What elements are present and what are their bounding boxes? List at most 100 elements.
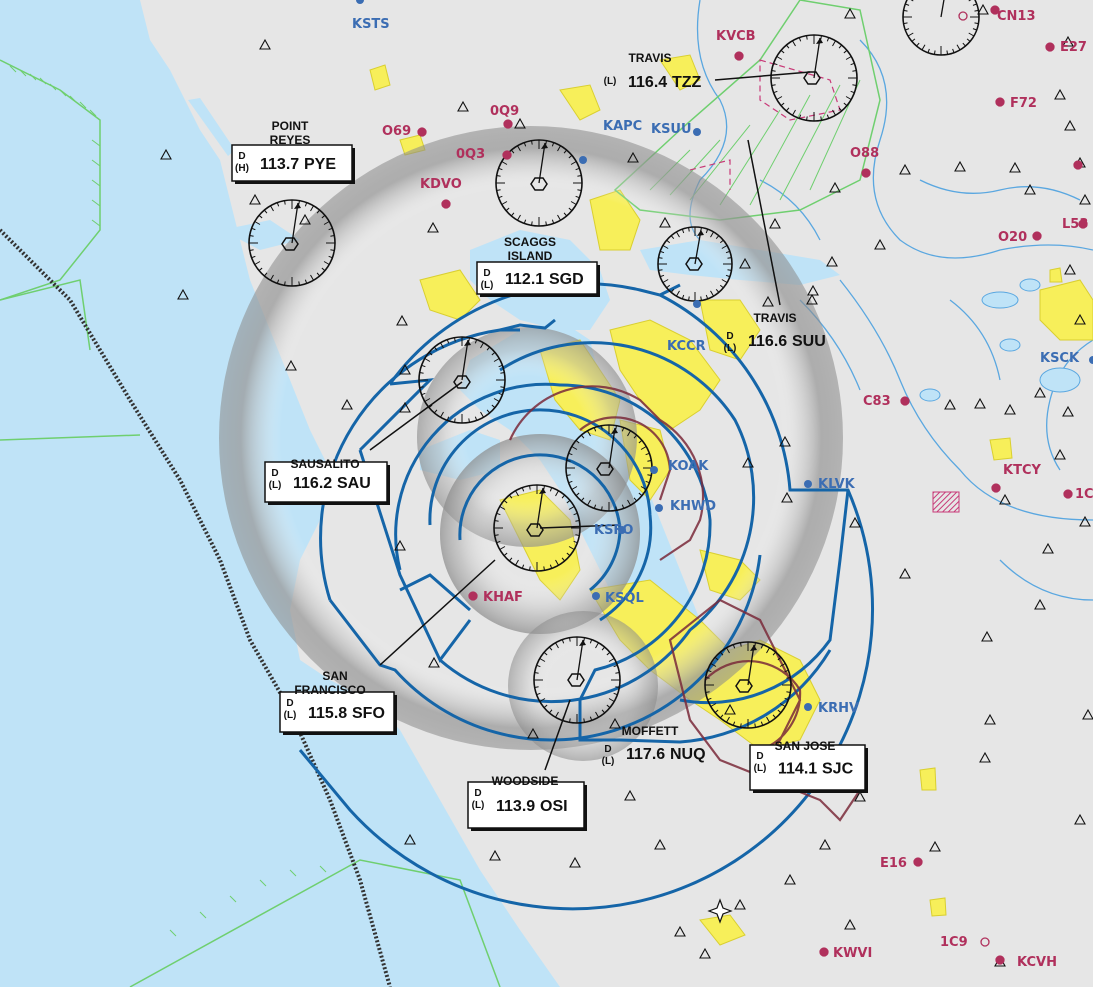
vor-name: ISLAND bbox=[508, 249, 553, 263]
airport-label[interactable]: KOAK bbox=[668, 459, 709, 474]
nontowered-airport-icon[interactable] bbox=[1045, 42, 1055, 52]
vor-frequency: 113.9 bbox=[496, 798, 535, 815]
nontowered-airport-icon[interactable] bbox=[468, 591, 478, 601]
nontowered-airport-icon[interactable] bbox=[861, 168, 871, 178]
nontowered-airport-icon[interactable] bbox=[502, 150, 512, 160]
airport-label[interactable]: KCVH bbox=[1017, 955, 1057, 970]
towered-airport-icon[interactable] bbox=[650, 466, 658, 474]
vor-ident: SJC bbox=[822, 761, 854, 778]
vor-tag: (L) bbox=[269, 480, 282, 491]
vor-info-box[interactable]: SAN JOSE D(L) 114.1 SJC bbox=[749, 739, 868, 793]
airport-label[interactable]: KSUU bbox=[651, 122, 692, 137]
vor-frequency: 115.8 bbox=[308, 705, 347, 722]
nontowered-airport-icon[interactable] bbox=[995, 955, 1005, 965]
airport-label[interactable]: KCCR bbox=[667, 339, 706, 354]
vor-frequency: 113.7 bbox=[260, 156, 299, 173]
vor-frequency: 116.4 bbox=[628, 74, 667, 91]
vor-tag: D bbox=[474, 788, 481, 799]
vor-info-box[interactable]: WOODSIDE D(L) 113.9 OSI bbox=[467, 774, 587, 831]
nontowered-airport-icon[interactable] bbox=[1063, 489, 1073, 499]
airport-label[interactable]: CN13 bbox=[997, 9, 1036, 24]
nontowered-airport-icon[interactable] bbox=[503, 119, 513, 129]
airport-label[interactable]: KHWD bbox=[670, 499, 716, 514]
vor-frequency: 114.1 bbox=[778, 761, 817, 778]
vor-ident: NUQ bbox=[670, 746, 706, 763]
airport-label[interactable]: L53 bbox=[1062, 217, 1088, 232]
vor-name: TRAVIS bbox=[753, 311, 796, 325]
vor-tag: D bbox=[756, 751, 763, 762]
towered-airport-icon[interactable] bbox=[655, 504, 663, 512]
vor-tag: (L) bbox=[284, 710, 297, 721]
airport-label[interactable]: KWVI bbox=[833, 946, 872, 961]
vor-tag: D bbox=[483, 268, 490, 279]
airport-label[interactable]: O88 bbox=[850, 146, 879, 161]
nontowered-airport-icon[interactable] bbox=[990, 5, 1000, 15]
towered-airport-icon[interactable] bbox=[804, 480, 812, 488]
nontowered-airport-icon[interactable] bbox=[900, 396, 910, 406]
vor-info-box[interactable]: SAUSALITO D(L) 116.2 SAU bbox=[264, 457, 390, 505]
airport-label[interactable]: KRHV bbox=[818, 701, 859, 716]
airport-label[interactable]: 1C9 bbox=[940, 935, 968, 950]
airport-label[interactable]: E16 bbox=[880, 856, 907, 871]
nontowered-airport-icon[interactable] bbox=[913, 857, 923, 867]
nontowered-airport-icon[interactable] bbox=[734, 51, 744, 61]
restricted-area bbox=[932, 491, 960, 513]
vor-tag: D bbox=[238, 151, 245, 162]
airport-label[interactable]: C83 bbox=[863, 394, 891, 409]
airport-label[interactable]: E27 bbox=[1060, 40, 1087, 55]
vor-tag: (L) bbox=[602, 756, 615, 767]
airport-label[interactable]: KTCY bbox=[1003, 463, 1041, 478]
airport-label[interactable]: F72 bbox=[1010, 96, 1037, 111]
vor-name: SCAGGS bbox=[504, 235, 556, 249]
vor-name: POINT bbox=[272, 119, 309, 133]
airport-label[interactable]: KSFO bbox=[594, 523, 633, 538]
vor-tag: D bbox=[726, 331, 733, 342]
nontowered-airport-icon[interactable] bbox=[991, 483, 1001, 493]
towered-airport-icon[interactable] bbox=[592, 592, 600, 600]
airport-label[interactable]: O69 bbox=[382, 124, 411, 139]
nontowered-airport-icon[interactable] bbox=[819, 947, 829, 957]
vor-frequency: 112.1 bbox=[505, 271, 544, 288]
vor-tag: (L) bbox=[724, 343, 737, 354]
vor-name: SAUSALITO bbox=[290, 457, 359, 471]
vor-tag: D bbox=[286, 698, 293, 709]
sectional-chart-map[interactable]: KSTS KAPC KSUU KCCR KOAK KHWD KSFO KSQL KLVK KRHV… bbox=[0, 0, 1093, 987]
vor-name: REYES bbox=[270, 133, 311, 147]
towered-airport-icon[interactable] bbox=[693, 300, 701, 308]
airport-label[interactable]: KDVO bbox=[420, 177, 462, 192]
vor-ident: PYE bbox=[304, 156, 336, 173]
vor-tag: D bbox=[271, 468, 278, 479]
vor-name: SAN bbox=[322, 669, 347, 683]
airport-label[interactable]: 0Q9 bbox=[490, 104, 519, 119]
nontowered-airport-icon[interactable] bbox=[417, 127, 427, 137]
vor-ident: SAU bbox=[337, 475, 371, 492]
vor-name: TRAVIS bbox=[628, 51, 671, 65]
vor-ident: SGD bbox=[549, 271, 584, 288]
nontowered-airport-icon[interactable] bbox=[1073, 160, 1083, 170]
nontowered-airport-icon[interactable] bbox=[995, 97, 1005, 107]
vor-frequency: 116.6 bbox=[748, 333, 787, 350]
airport-label[interactable]: KHAF bbox=[483, 590, 523, 605]
airport-label[interactable]: 1C bbox=[1075, 487, 1093, 502]
vor-name: SAN JOSE bbox=[775, 739, 836, 753]
vor-ident: SFO bbox=[352, 705, 385, 722]
nontowered-airport-icon[interactable] bbox=[1032, 231, 1042, 241]
towered-airport-icon[interactable] bbox=[693, 128, 701, 136]
vor-ident: SUU bbox=[792, 333, 826, 350]
airport-label[interactable]: KVCB bbox=[716, 29, 756, 44]
towered-airport-icon[interactable] bbox=[804, 703, 812, 711]
vor-tag: (L) bbox=[481, 280, 494, 291]
airport-label[interactable]: KSTS bbox=[352, 17, 390, 32]
airport-label[interactable]: KSQL bbox=[605, 591, 644, 606]
vor-tag: (L) bbox=[604, 76, 617, 87]
vor-tag: (L) bbox=[472, 800, 485, 811]
airport-label[interactable]: O20 bbox=[998, 230, 1027, 245]
vor-ident: TZZ bbox=[672, 74, 702, 91]
airport-label[interactable]: KSCK bbox=[1040, 351, 1080, 366]
vor-frequency: 116.2 bbox=[293, 475, 332, 492]
towered-airport-icon[interactable] bbox=[579, 156, 587, 164]
airport-label[interactable]: KAPC bbox=[603, 119, 642, 134]
airport-label[interactable]: KLVK bbox=[818, 477, 856, 492]
airport-label[interactable]: 0Q3 bbox=[456, 147, 485, 162]
nontowered-airport-icon[interactable] bbox=[441, 199, 451, 209]
